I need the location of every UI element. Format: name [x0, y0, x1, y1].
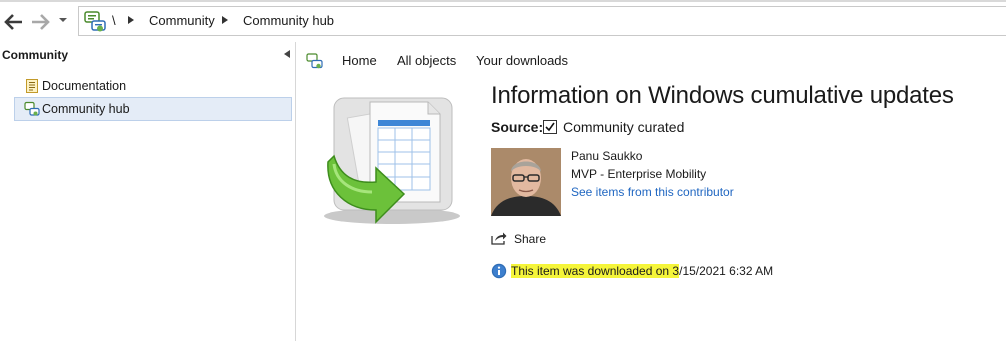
address-bar: \ Community Community hub	[0, 0, 1006, 43]
source-label: Source:	[491, 119, 544, 135]
download-status-text: This item was downloaded on 3/15/2021 6:…	[511, 264, 773, 278]
nav-item-label: Community hub	[42, 102, 130, 116]
breadcrumb-community[interactable]: Community	[149, 13, 215, 28]
share-icon[interactable]	[491, 231, 507, 245]
address-field[interactable]	[78, 6, 1006, 36]
arrow-right-icon	[32, 14, 50, 30]
community-hub-icon	[24, 101, 40, 116]
tab-your-downloads[interactable]: Your downloads	[476, 53, 568, 68]
nav-item-documentation[interactable]: Documentation	[14, 74, 292, 98]
pane-title: Community	[2, 48, 68, 62]
community-curated-checkbox	[543, 120, 557, 134]
window-top-border	[0, 0, 1006, 2]
contributor-name: Panu Saukko	[571, 149, 643, 163]
tab-all-objects[interactable]: All objects	[397, 53, 456, 68]
contributor-items-link[interactable]: See items from this contributor	[571, 185, 734, 199]
back-button[interactable]	[2, 10, 26, 34]
avatar	[491, 148, 561, 216]
download-date-text: /15/2021 6:32 AM	[679, 264, 774, 278]
breadcrumb-separator-icon[interactable]	[128, 16, 134, 24]
navigation-pane: Community Documentation Community hub	[0, 42, 296, 341]
tab-home[interactable]: Home	[342, 53, 377, 68]
contributor-role: MVP - Enterprise Mobility	[571, 167, 707, 181]
download-document-illustration	[324, 97, 460, 224]
checkmark-icon	[545, 122, 555, 132]
breadcrumb-separator-icon[interactable]	[222, 16, 228, 24]
document-icon	[26, 79, 38, 93]
info-icon	[491, 263, 507, 279]
breadcrumb-root[interactable]: \	[112, 13, 116, 28]
history-dropdown-icon[interactable]	[58, 15, 68, 25]
collapse-pane-icon[interactable]	[284, 50, 290, 58]
nav-item-community-hub[interactable]: Community hub	[14, 97, 292, 121]
page-title: Information on Windows cumulative update…	[491, 82, 954, 109]
highlighted-text: This item was downloaded on	[511, 264, 673, 278]
community-hub-icon	[84, 11, 106, 32]
forward-button[interactable]	[28, 10, 52, 34]
source-value: Community curated	[563, 119, 685, 135]
breadcrumb-community-hub[interactable]: Community hub	[243, 13, 334, 28]
content-pane: Home All objects Your downloads Informat…	[296, 42, 1006, 341]
community-hub-icon	[306, 53, 323, 69]
share-button[interactable]: Share	[514, 232, 546, 246]
nav-item-label: Documentation	[42, 79, 127, 93]
arrow-left-icon	[4, 14, 22, 30]
